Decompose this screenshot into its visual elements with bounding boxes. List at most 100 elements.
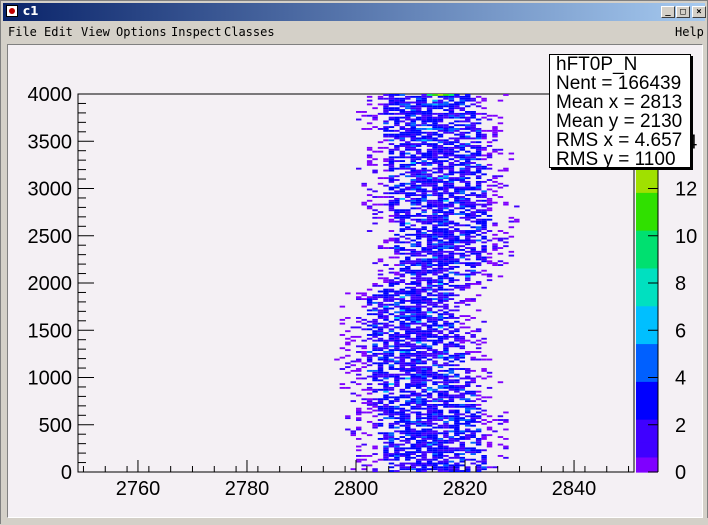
heatmap-cell [437,112,444,115]
heatmap-cell [410,162,416,164]
heatmap-cell [426,430,433,433]
heatmap-cell [410,111,416,113]
heatmap-cell [410,197,416,200]
menu-inspect[interactable]: Inspect [171,25,222,39]
heatmap-cell [481,377,487,380]
heatmap-cell [475,258,482,261]
heatmap-cell [421,343,427,346]
heatmap-cell [426,112,433,115]
heatmap-cell [405,216,411,219]
heatmap-cell [421,162,427,164]
heatmap-cell [486,156,493,159]
heatmap-cell [394,417,400,420]
heatmap-cell [448,330,455,333]
menu-help[interactable]: Help [675,25,704,39]
heatmap-cell [383,122,389,125]
heatmap-cell [383,203,389,206]
close-icon[interactable]: × [692,6,706,18]
heatmap-cell [399,94,406,96]
heatmap-cell [486,445,493,448]
heatmap-cell [470,145,476,147]
heatmap-cell [437,424,444,427]
heatmap-cell [475,129,482,132]
heatmap-cell [454,424,460,427]
heatmap-cell [421,131,427,134]
heatmap-cell [437,169,444,172]
menu-file[interactable]: File [8,25,37,39]
heatmap-cell [448,99,455,102]
heatmap-cell [481,97,487,100]
heatmap-cell [426,354,433,357]
heatmap-cell [448,95,455,98]
heatmap-cell [410,179,416,181]
heatmap-cell [426,428,433,431]
heatmap-cell [475,177,482,180]
heatmap-cell [356,419,362,421]
heatmap-cell [454,334,460,336]
menu-edit[interactable]: Edit [44,25,73,39]
heatmap-cell [415,184,422,187]
heatmap-cell [377,424,384,427]
heatmap-cell [377,305,384,308]
heatmap-cell [410,271,416,274]
heatmap-cell [470,447,476,450]
heatmap-cell [432,318,438,321]
canvas[interactable]: 2760 2780 2800 2820 2840 0 500 1000 1500 2000 2500… [7,44,703,518]
heatmap-cell [465,230,471,232]
heatmap-cell [443,116,449,119]
heatmap-cell [475,283,482,285]
palette-swatch [636,207,658,216]
heatmap-cell [459,163,466,166]
heatmap-cell [454,245,460,248]
heatmap-cell [394,445,400,448]
heatmap-cell [437,105,444,108]
heatmap-cell [448,415,455,418]
menu-options[interactable]: Options [116,25,167,39]
heatmap-cell [459,133,466,136]
menu-view[interactable]: View [81,25,110,39]
heatmap-cell [426,143,433,146]
stats-box[interactable]: hFT0P_N Nent = 166439 Mean x = 2813 Mean… [549,54,691,168]
heatmap-cell [361,294,367,297]
heatmap-cell [405,300,411,302]
heatmap-cell [399,101,406,104]
heatmap-cell [350,432,356,435]
heatmap-cell [448,205,455,208]
heatmap-cell [388,279,395,282]
heatmap-cell [394,385,400,387]
heatmap-cell [470,420,476,423]
heatmap-cell [377,358,384,361]
heatmap-cell [410,243,416,246]
heatmap-cell [399,388,406,391]
heatmap-cell [410,260,416,263]
heatmap-cell [399,354,406,357]
heatmap-cell [497,275,504,278]
heatmap-cell [475,394,482,397]
heatmap-cell [454,358,460,361]
heatmap-cell [383,351,389,353]
stats-mean-y: Mean y = 2130 [556,111,683,132]
minimize-icon[interactable]: _ [661,6,675,18]
heatmap-cell [443,322,449,325]
heatmap-cell [421,400,427,403]
heatmap-cell [437,356,444,359]
heatmap-cell [421,205,427,208]
heatmap-cell [372,116,378,119]
title-bar[interactable]: c1 _ □ × [3,3,706,21]
heatmap-cell [383,128,389,130]
menu-classes[interactable]: Classes [224,25,275,39]
heatmap-cell [426,230,433,232]
heatmap-cell [405,426,411,429]
heatmap-cell [465,284,471,287]
heatmap-cell [454,462,460,465]
heatmap-cell [399,439,406,442]
heatmap-cell [405,434,411,437]
heatmap-cell [459,405,466,408]
heatmap-cell [388,426,395,429]
heatmap-cell [475,118,482,121]
heatmap-cell [383,177,389,180]
maximize-icon[interactable]: □ [676,6,690,18]
heatmap-cell [448,192,455,195]
heatmap-cell [377,182,384,185]
heatmap-cell [465,409,471,412]
